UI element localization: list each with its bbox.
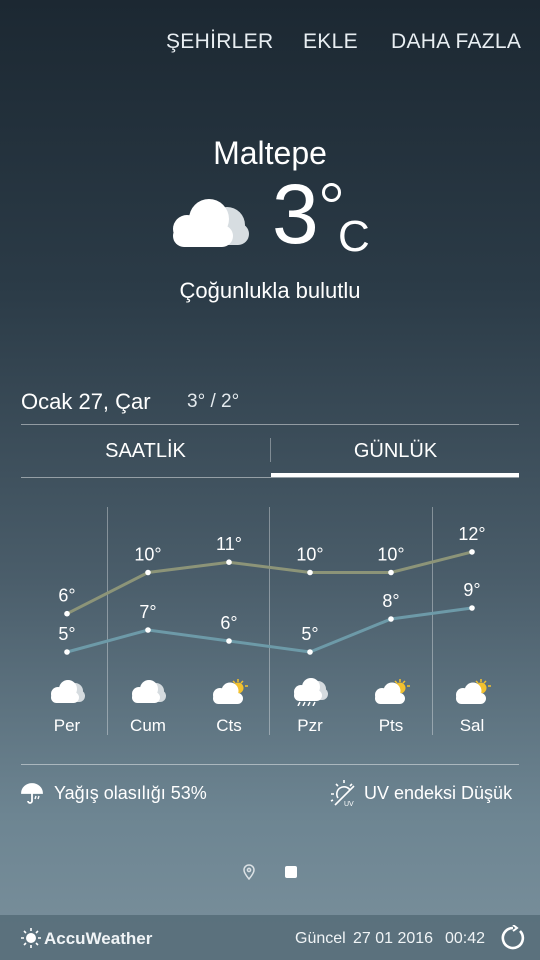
active-tab-indicator [271,473,519,477]
more-button[interactable]: DAHA FAZLA [391,30,521,54]
low-temp-line [66,606,473,654]
high-temp-label: 10° [377,545,404,565]
updated-date: 27 01 2016 [353,930,434,947]
degree-symbol [322,183,341,202]
page-indicator-active[interactable] [285,866,297,878]
forecast-day-label: Pzr [297,716,323,735]
forecast-day-label: Pts [378,716,404,735]
forecast-day-label: Cum [130,716,166,735]
umbrella-icon [20,782,44,811]
low-temp-label: 6° [220,613,237,633]
uv-badge: UV [344,801,354,808]
brand-name[interactable]: AccuWeather [44,929,152,949]
high-temp-point [64,610,70,617]
add-button[interactable]: EKLE [303,30,358,54]
high-temp-label: 12° [458,524,485,544]
temperature-unit: C [338,212,370,261]
forecast-day-label: Sal [459,716,485,735]
forecast-day-label: Cts [216,716,242,735]
partly-sunny-icon [209,678,249,706]
low-temp-label: 8° [382,591,399,611]
divider [21,424,519,425]
tab-daily[interactable]: GÜNLÜK [271,440,520,463]
high-temp-point [469,549,475,555]
cloudy-icon [47,678,87,706]
high-temp-label: 6° [58,586,75,606]
low-temp-point [64,649,70,655]
high-temp-line [66,550,473,616]
divider [21,764,519,765]
weather-condition: Çoğunlukla bulutlu [179,278,361,303]
updated-label: Güncel [295,930,346,947]
low-temp-point [307,649,313,655]
tabs-underline [21,477,519,478]
cloud-icon [165,195,253,256]
high-temp-point [226,559,232,565]
high-temp-label: 11° [216,534,242,554]
tab-hourly[interactable]: SAATLİK [21,440,270,463]
uv-index: UV endeksi Düşük [364,783,513,803]
city-name: Maltepe [213,135,327,171]
low-temp-point [226,638,232,644]
updated-time: 00:42 [445,930,486,947]
low-temp-label: 7° [139,602,156,622]
high-temp-point [307,569,313,576]
location-pin-icon[interactable] [243,864,255,885]
low-temp-point [469,605,475,611]
uv-sun-icon: UV [330,780,358,813]
forecast-chart: 6° 10° 11° 10° 10° 12° 5° 7° 6° 5° 8° 9° [58,524,486,655]
refresh-icon[interactable] [500,924,526,956]
cities-button[interactable]: ŞEHİRLER [166,30,273,54]
low-temp-label: 9° [463,580,480,600]
high-temp-label: 10° [134,545,161,565]
high-temp-label: 10° [296,545,323,565]
high-temp-point [145,569,151,576]
forecast-day-label: Per [53,716,81,735]
precipitation-chance: Yağış olasılığı 53% [54,783,207,803]
partly-sunny-icon [371,678,411,706]
partly-sunny-icon [452,678,492,706]
cloudy-icon [128,678,168,706]
low-temp-point [145,627,151,633]
today-hilo: 3° / 2° [187,391,240,412]
current-temperature: 3 [272,167,319,261]
today-date: Ocak 27, Çar [21,389,151,414]
accuweather-logo-icon [21,928,41,953]
low-temp-label: 5° [301,624,318,644]
low-temp-point [388,616,394,622]
high-temp-point [388,569,394,576]
rain-cloud-icon [290,678,330,707]
low-temp-label: 5° [58,624,75,644]
